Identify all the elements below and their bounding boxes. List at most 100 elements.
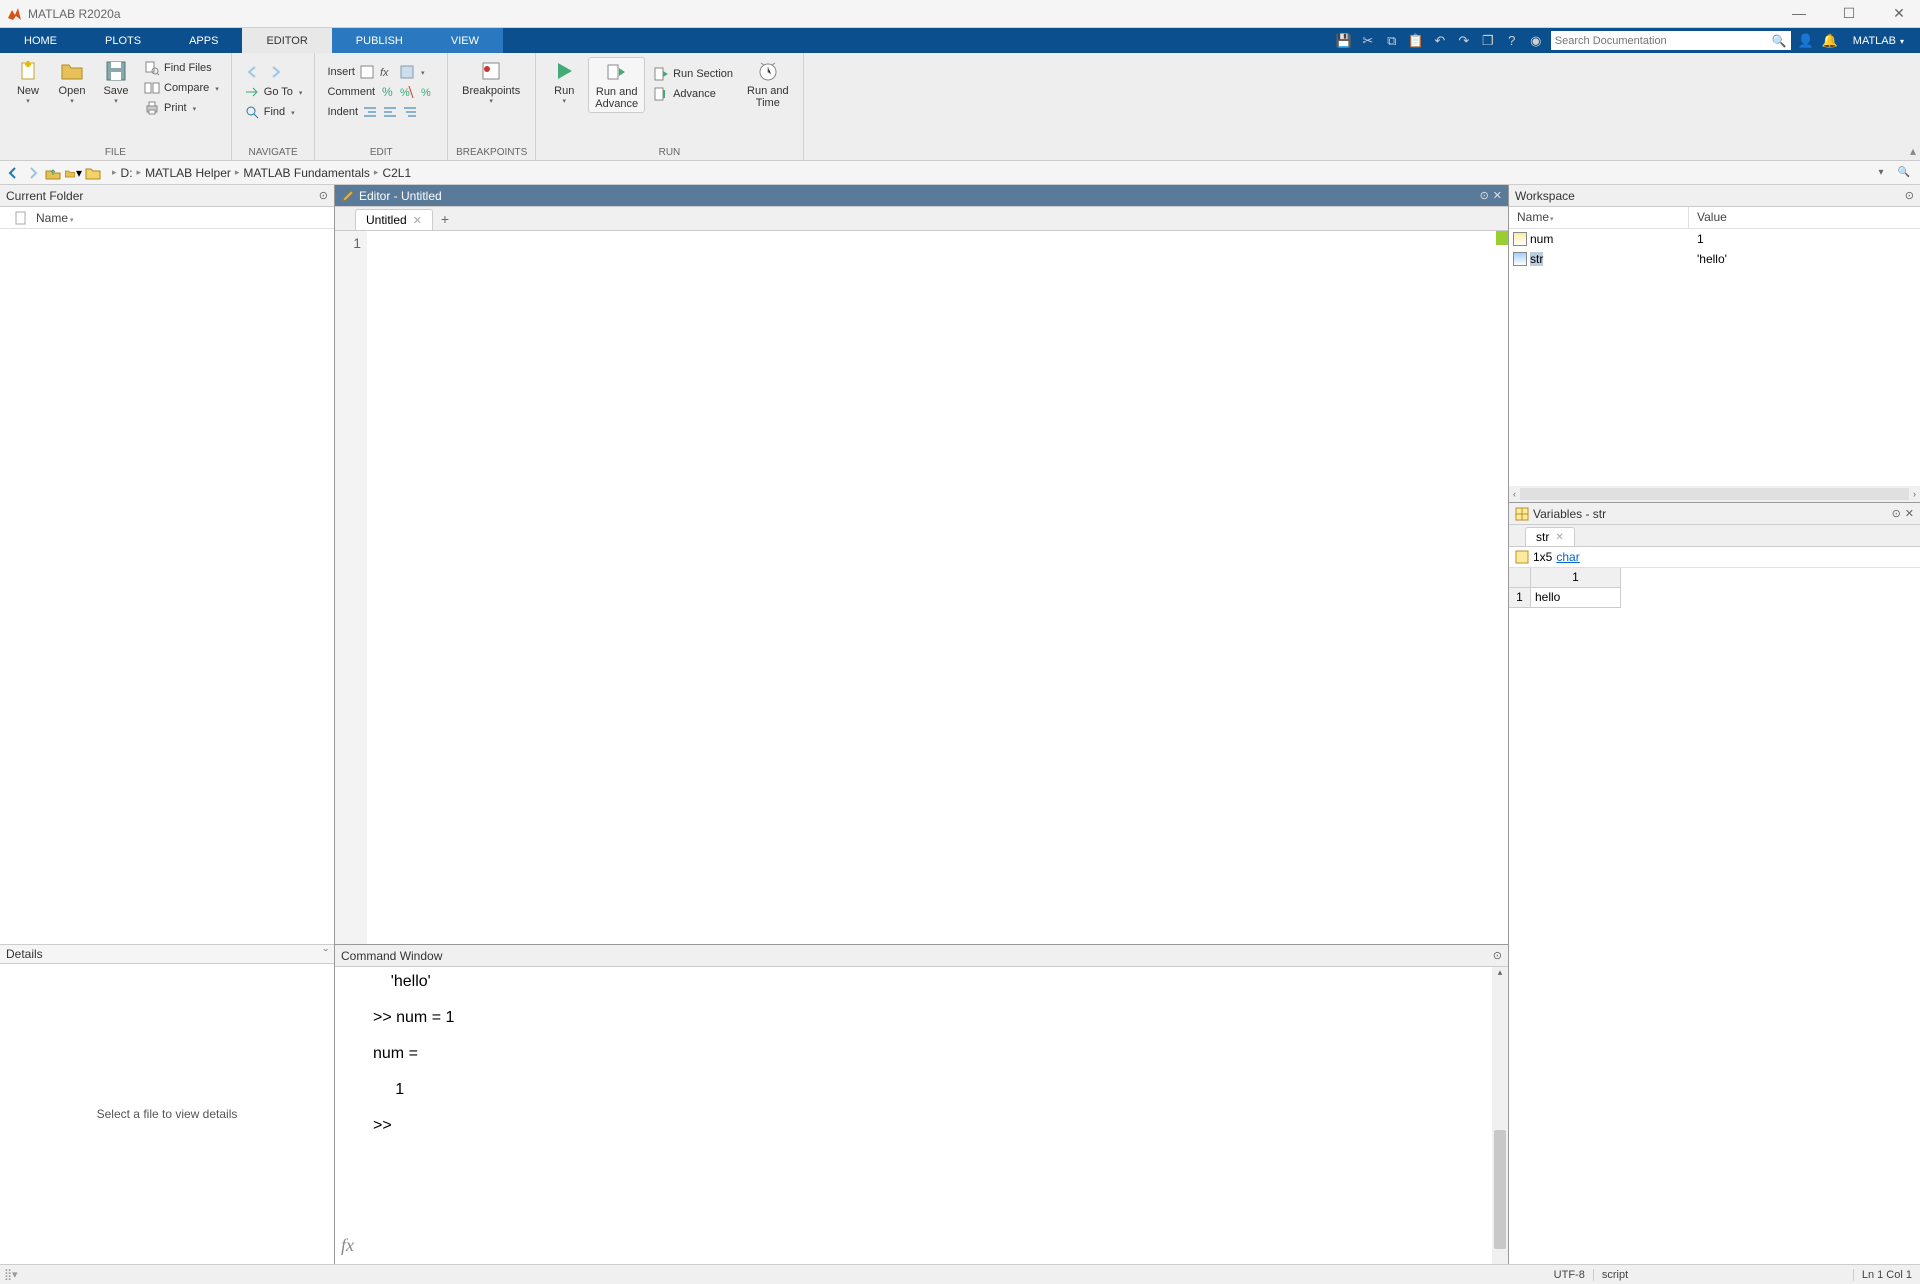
print-button[interactable]: Print — [140, 99, 223, 117]
tab-plots[interactable]: PLOTS — [81, 28, 165, 53]
notifications-icon[interactable]: 🔔 — [1821, 32, 1839, 50]
switch-windows-icon[interactable]: ❐ — [1479, 32, 1497, 50]
fx-icon[interactable]: fx — [341, 1235, 354, 1256]
search-icon[interactable]: 🔍 — [1772, 34, 1787, 48]
crumb-2[interactable]: MATLAB Fundamentals — [243, 166, 370, 180]
details-expand-icon[interactable]: ˇ — [323, 946, 328, 962]
center-column: Editor - Untitled ⊙ ✕ Untitled ✕ + 1 Com… — [335, 185, 1508, 1264]
signin-icon[interactable]: 👤 — [1797, 32, 1815, 50]
find-button[interactable]: Find — [240, 103, 307, 121]
address-dropdown[interactable]: ▾ — [1873, 167, 1890, 178]
back-button[interactable] — [4, 164, 22, 182]
variable-type-link[interactable]: char — [1556, 550, 1579, 564]
address-search-icon[interactable]: 🔍 — [1892, 167, 1916, 178]
login-dropdown[interactable]: MATLAB — [1845, 35, 1912, 47]
paste-icon[interactable]: 📋 — [1407, 32, 1425, 50]
workspace-columns[interactable]: Name Value — [1509, 207, 1920, 229]
minimize-toolstrip-button[interactable]: ▴ — [1910, 144, 1916, 158]
editor-body[interactable]: 1 — [335, 231, 1508, 944]
indent-button[interactable]: Indent — [323, 103, 439, 121]
editor-close-icon[interactable]: ✕ — [1493, 189, 1502, 202]
variables-header[interactable]: Variables - str ⊙ ✕ — [1509, 503, 1920, 525]
workspace-hscrollbar[interactable]: ‹› — [1509, 486, 1920, 502]
command-window-body[interactable]: 'hello' >> num = 1 num = 1 >> fx ▴ — [335, 967, 1508, 1264]
close-window-button[interactable]: ✕ — [1884, 5, 1914, 22]
workspace-header[interactable]: Workspace ⊙ — [1509, 185, 1920, 207]
tab-view[interactable]: VIEW — [427, 28, 503, 53]
variable-tab-str[interactable]: str ✕ — [1525, 527, 1575, 546]
comment-button[interactable]: Comment % % % — [323, 83, 439, 101]
command-window-header[interactable]: Command Window ⊙ — [335, 945, 1508, 967]
nav-back-icon[interactable] — [246, 65, 264, 79]
variables-options-icon[interactable]: ⊙ — [1892, 507, 1901, 520]
find-files-button[interactable]: Find Files — [140, 59, 223, 77]
workspace-row-num[interactable]: num 1 — [1509, 229, 1920, 249]
open-button[interactable]: Open — [52, 57, 92, 107]
insert-button[interactable]: Insert fx — [323, 63, 439, 81]
search-box[interactable]: 🔍 — [1551, 31, 1791, 50]
save-button[interactable]: Save — [96, 57, 136, 107]
save-icon[interactable]: 💾 — [1335, 32, 1353, 50]
forward-button[interactable] — [24, 164, 42, 182]
run-advance-button[interactable]: Run and Advance — [588, 57, 645, 113]
copy-icon[interactable]: ⧉ — [1383, 32, 1401, 50]
redo-icon[interactable]: ↷ — [1455, 32, 1473, 50]
editor-header[interactable]: Editor - Untitled ⊙ ✕ — [335, 185, 1508, 207]
ws-value-column[interactable]: Value — [1689, 207, 1735, 228]
new-button[interactable]: New — [8, 57, 48, 107]
file-icon — [14, 211, 28, 225]
advance-button[interactable]: Advance — [649, 85, 737, 103]
maximize-window-button[interactable]: ☐ — [1834, 5, 1864, 22]
undo-icon[interactable]: ↶ — [1431, 32, 1449, 50]
details-header[interactable]: Details ˇ — [0, 944, 334, 964]
editor-text-area[interactable] — [367, 231, 1508, 944]
editor-add-tab-button[interactable]: + — [433, 208, 457, 230]
breakpoints-button[interactable]: Breakpoints — [456, 57, 526, 107]
workspace-body[interactable]: num 1 str 'hello' — [1509, 229, 1920, 486]
run-button[interactable]: Run — [544, 57, 584, 107]
editor-tab-untitled[interactable]: Untitled ✕ — [355, 209, 433, 230]
run-section-button[interactable]: Run Section — [649, 65, 737, 83]
tab-editor[interactable]: EDITOR — [242, 28, 331, 53]
browse-button[interactable]: ▾ — [64, 164, 82, 182]
crumb-1[interactable]: MATLAB Helper — [145, 166, 231, 180]
grid-col-1[interactable]: 1 — [1531, 568, 1621, 588]
name-column[interactable]: Name — [36, 211, 74, 225]
close-tab-icon[interactable]: ✕ — [413, 214, 422, 227]
editor-options-icon[interactable]: ⊙ — [1480, 189, 1489, 202]
workspace-options-icon[interactable]: ⊙ — [1905, 189, 1914, 202]
crumb-3[interactable]: C2L1 — [382, 166, 411, 180]
current-folder-header[interactable]: Current Folder ⊙ — [0, 185, 334, 207]
crumb-drive[interactable]: D: — [121, 166, 133, 180]
variable-grid[interactable]: 1 1 hello — [1509, 568, 1920, 608]
workspace-row-str[interactable]: str 'hello' — [1509, 249, 1920, 269]
up-folder-button[interactable] — [44, 164, 62, 182]
search-input[interactable] — [1555, 35, 1772, 47]
compare-button[interactable]: Compare — [140, 79, 223, 97]
command-options-icon[interactable]: ⊙ — [1493, 949, 1502, 962]
code-analyzer-indicator[interactable] — [1496, 231, 1508, 245]
goto-button[interactable]: Go To — [240, 83, 307, 101]
grid-cell-1-1[interactable]: hello — [1531, 588, 1621, 608]
help-icon[interactable]: ? — [1503, 32, 1521, 50]
tab-apps[interactable]: APPS — [165, 28, 242, 53]
close-var-tab-icon[interactable]: ✕ — [1555, 532, 1563, 543]
tab-home[interactable]: HOME — [0, 28, 81, 53]
cut-icon[interactable]: ✂ — [1359, 32, 1377, 50]
status-mode: script — [1594, 1269, 1854, 1281]
grid-row-1[interactable]: 1 — [1509, 588, 1531, 608]
run-time-button[interactable]: Run and Time — [741, 57, 795, 111]
current-folder-columns[interactable]: Name — [0, 207, 334, 229]
current-folder-list[interactable] — [0, 229, 334, 944]
breadcrumb[interactable]: ▸ D: ▸ MATLAB Helper ▸ MATLAB Fundamenta… — [104, 166, 1871, 180]
ws-name-column[interactable]: Name — [1509, 207, 1689, 228]
matlab-logo-icon — [6, 6, 22, 22]
variables-close-icon[interactable]: ✕ — [1905, 507, 1914, 520]
minimize-window-button[interactable]: — — [1784, 5, 1814, 22]
command-scrollbar[interactable]: ▴ — [1492, 967, 1508, 1264]
panel-options-icon[interactable]: ⊙ — [319, 189, 328, 202]
group-breakpoints: Breakpoints BREAKPOINTS — [448, 53, 536, 160]
tab-publish[interactable]: PUBLISH — [332, 28, 427, 53]
nav-fwd-icon[interactable] — [268, 65, 286, 79]
addons-icon[interactable]: ◉ — [1527, 32, 1545, 50]
